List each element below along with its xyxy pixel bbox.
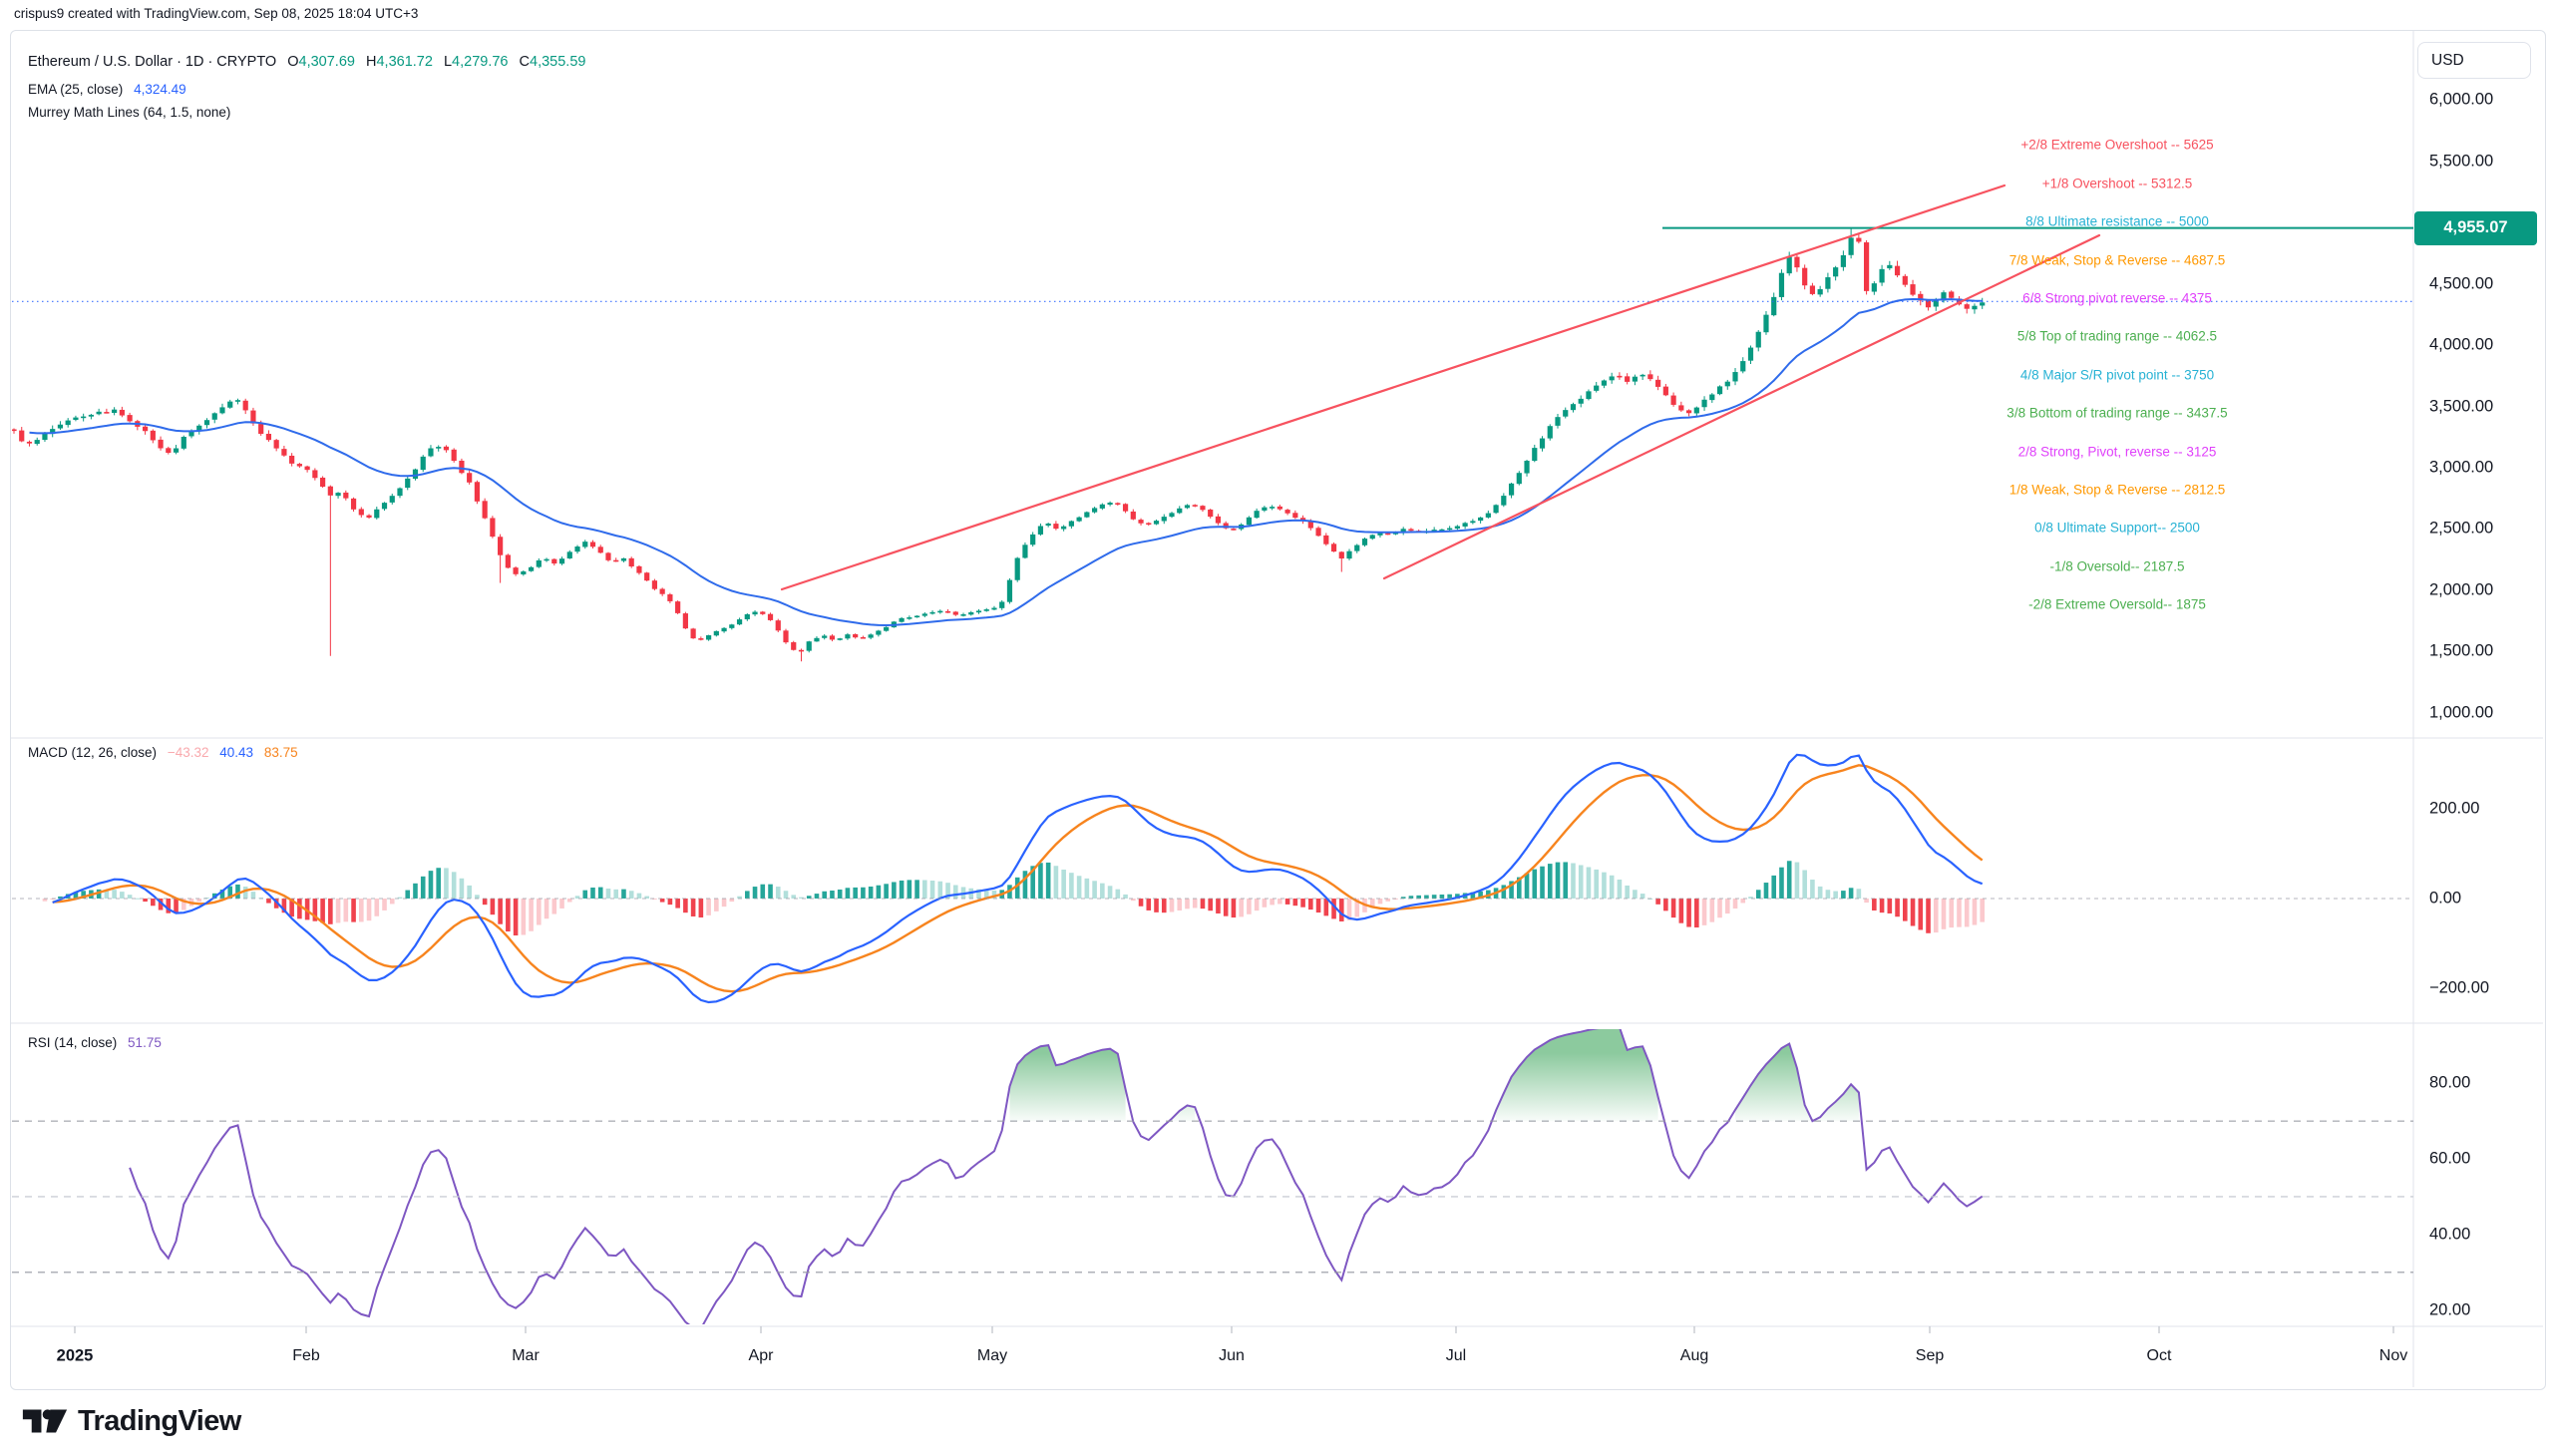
time-axis-label: Mar [512,1347,540,1365]
time-axis-label: Jul [1446,1347,1466,1365]
price-scale-label: 2,000.00 [2429,580,2493,599]
time-axis-label: 2025 [57,1347,94,1366]
tradingview-logo[interactable]: TradingView [22,1400,241,1442]
low-letter: L [444,54,452,70]
murrey-line-label: 7/8 Weak, Stop & Reverse -- 4687.5 [2009,252,2226,267]
interval-label: 1D [185,54,204,70]
time-axis-label: May [977,1347,1007,1365]
symbol-title: Ethereum / U.S. Dollar [28,54,173,70]
murrey-line-label: 5/8 Top of trading range -- 4062.5 [2017,329,2217,344]
macd-scale-label: −200.00 [2429,979,2489,998]
macd-legend[interactable]: MACD (12, 26, close) −43.32 40.43 83.75 [28,745,298,760]
low-value: 4,279.76 [452,54,508,70]
ema-legend[interactable]: EMA (25, close) 4,324.49 [28,82,186,97]
macd-scale-label: 0.00 [2429,889,2461,908]
rsi-scale-label: 80.00 [2429,1074,2470,1093]
rsi-scale-label: 20.00 [2429,1300,2470,1319]
currency-label: USD [2431,52,2464,70]
exchange-label: CRYPTO [216,54,276,70]
currency-toggle-button[interactable]: USD [2417,42,2531,79]
close-letter: C [520,54,530,70]
open-letter: O [287,54,298,70]
price-scale-label: 3,500.00 [2429,397,2493,416]
macd-label: MACD (12, 26, close) [28,745,157,760]
murrey-line-label: 1/8 Weak, Stop & Reverse -- 2812.5 [2009,483,2226,498]
macd-hist-value: −43.32 [168,745,209,760]
price-scale-label: 1,000.00 [2429,703,2493,722]
macd-line-value: 40.43 [219,745,253,760]
high-letter: H [366,54,376,70]
murrey-line-label: 2/8 Strong, Pivot, reverse -- 3125 [2018,444,2217,459]
time-axis-label: Oct [2147,1347,2172,1365]
price-scale-label: 3,000.00 [2429,458,2493,477]
murrey-line-label: 6/8 Strong pivot reverse -- 4375 [2022,291,2212,306]
rsi-value: 51.75 [128,1035,162,1050]
price-scale-label: 2,500.00 [2429,520,2493,539]
murrey-label: Murrey Math Lines (64, 1.5, none) [28,105,230,120]
price-alert-badge: 4,955.07 [2414,211,2537,245]
time-axis-label: Apr [749,1347,774,1365]
rsi-legend[interactable]: RSI (14, close) 51.75 [28,1035,162,1050]
macd-signal-value: 83.75 [264,745,298,760]
macd-scale-label: 200.00 [2429,799,2479,818]
murrey-line-label: -1/8 Oversold-- 2187.5 [2049,558,2184,573]
price-scale-label: 1,500.00 [2429,642,2493,661]
symbol-legend[interactable]: Ethereum / U.S. Dollar·1D·CRYPTO O4,307.… [28,54,585,70]
murrey-line-label: +1/8 Overshoot -- 5312.5 [2042,176,2192,190]
time-axis-label: Aug [1680,1347,1708,1365]
price-scale-label: 4,000.00 [2429,336,2493,355]
murrey-line-label: 8/8 Ultimate resistance -- 5000 [2025,214,2209,229]
price-scale-label: 4,500.00 [2429,274,2493,293]
time-axis-label: Sep [1916,1347,1944,1365]
murrey-line-label: 3/8 Bottom of trading range -- 3437.5 [2006,406,2227,421]
close-value: 4,355.59 [530,54,585,70]
rsi-scale-label: 40.00 [2429,1225,2470,1244]
time-axis-label: Jun [1219,1347,1245,1365]
ema-label: EMA (25, close) [28,82,123,97]
tradingview-logo-icon [22,1400,68,1442]
time-axis-label: Nov [2379,1347,2407,1365]
murrey-line-label: -2/8 Extreme Oversold-- 1875 [2028,597,2206,612]
time-axis-label: Feb [292,1347,320,1365]
murrey-line-label: 0/8 Ultimate Support-- 2500 [2034,521,2200,536]
rsi-scale-label: 60.00 [2429,1150,2470,1169]
price-scale-label: 6,000.00 [2429,91,2493,110]
price-scale-label: 5,500.00 [2429,152,2493,171]
high-value: 4,361.72 [376,54,432,70]
ema-value: 4,324.49 [134,82,186,97]
rsi-label: RSI (14, close) [28,1035,117,1050]
murrey-line-label: 4/8 Major S/R pivot point -- 3750 [2020,367,2214,382]
murrey-legend[interactable]: Murrey Math Lines (64, 1.5, none) [28,105,230,120]
murrey-line-label: +2/8 Extreme Overshoot -- 5625 [2020,138,2213,153]
open-value: 4,307.69 [299,54,355,70]
tradingview-logo-text: TradingView [78,1405,241,1438]
